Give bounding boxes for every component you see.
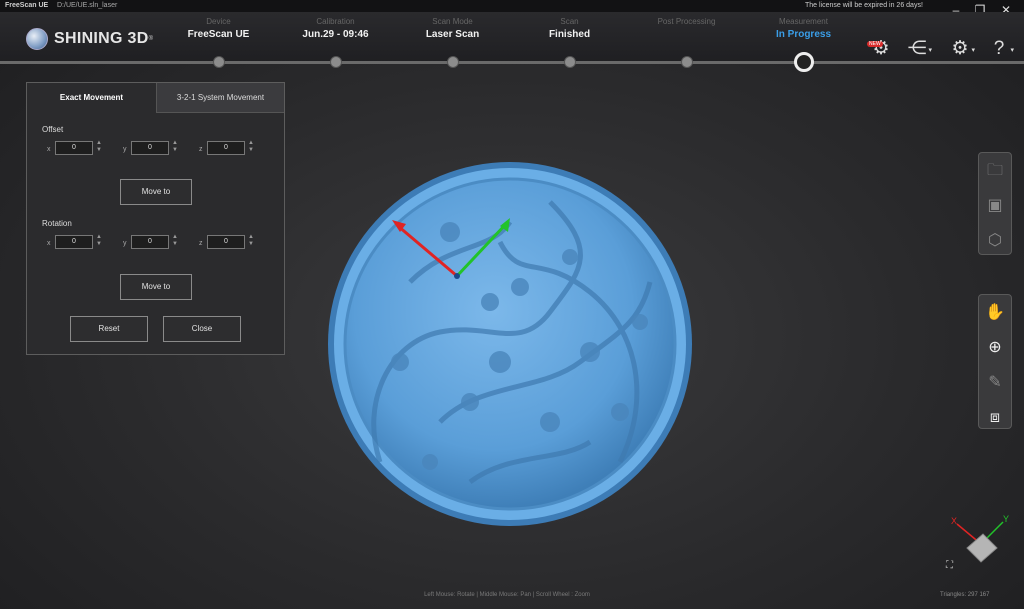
gizmo-x-label: X: [951, 516, 957, 526]
share-icon[interactable]: ⋲ ▾: [904, 36, 933, 62]
tab-321-system-movement[interactable]: 3-2-1 System Movement: [156, 83, 284, 113]
rotation-x-input[interactable]: 0: [55, 235, 93, 249]
orientation-gizmo[interactable]: X Y: [945, 512, 1017, 574]
globe-logo-icon: [26, 28, 48, 50]
step-scan[interactable]: Scan Finished: [511, 17, 628, 40]
target-align-icon[interactable]: ⊕: [979, 330, 1011, 365]
step-dot: [213, 56, 225, 68]
step-value: Laser Scan: [425, 29, 480, 40]
offset-x-field: x 0 ▲ ▼: [47, 140, 102, 155]
axis-label: z: [199, 146, 203, 153]
offset-z-input[interactable]: 0: [207, 141, 245, 155]
reset-button[interactable]: Reset: [70, 316, 148, 342]
rotation-x-field: x 0 ▲ ▼: [47, 234, 102, 249]
project-path: D:/UE/UE.sln_laser: [57, 2, 118, 9]
brand-trademark: ®: [148, 36, 153, 42]
step-dot: [447, 56, 459, 68]
axis-label: x: [47, 146, 51, 153]
offset-z-field: z 0 ▲ ▼: [199, 140, 254, 155]
exact-movement-panel: Exact Movement 3-2-1 System Movement Off…: [26, 82, 285, 355]
file-toolbar: 🗀 ▣ ⬡: [978, 152, 1012, 255]
save-icon[interactable]: ▣: [979, 188, 1011, 223]
offset-x-input[interactable]: 0: [55, 141, 93, 155]
step-scan-mode[interactable]: Scan Mode Laser Scan: [394, 17, 511, 40]
scanned-coin-model[interactable]: [320, 162, 700, 532]
cube-view-icon[interactable]: ⧈: [979, 400, 1011, 435]
coin-face: [343, 177, 677, 511]
axis-label: z: [199, 240, 203, 247]
spinner-icon[interactable]: ▲ ▼: [171, 234, 179, 250]
axis-label: y: [123, 240, 127, 247]
rotation-z-input[interactable]: 0: [207, 235, 245, 249]
step-calibration[interactable]: Calibration Jun.29 - 09:46: [277, 17, 394, 40]
step-measurement[interactable]: Measurement In Progress: [745, 17, 862, 40]
axis-origin: [454, 273, 460, 279]
fit-view-icon[interactable]: ⛶: [946, 560, 953, 571]
app-name: FreeScan UE: [5, 2, 49, 9]
offset-y-input[interactable]: 0: [131, 141, 169, 155]
settings-icon[interactable]: ⚙ ▾: [947, 36, 975, 62]
offset-move-to-button[interactable]: Move to: [120, 179, 192, 205]
spinner-icon[interactable]: ▲ ▼: [247, 234, 255, 250]
spinner-icon[interactable]: ▲ ▼: [95, 234, 103, 250]
rotation-z-field: z 0 ▲ ▼: [199, 234, 254, 249]
header: SHINING 3D ® Device FreeScan UE Calibrat…: [0, 12, 1024, 62]
spinner-icon[interactable]: ▲ ▼: [95, 140, 103, 156]
mouse-hint: Left Mouse: Rotate | Middle Mouse: Pan |…: [424, 592, 590, 598]
triangle-count: Triangles: 297 167: [940, 592, 990, 598]
gizmo-cube: [966, 533, 998, 563]
export-model-icon[interactable]: ⬡: [979, 223, 1011, 258]
panel-tabs: Exact Movement 3-2-1 System Movement: [27, 83, 284, 113]
step-label: Post Processing: [657, 17, 716, 26]
step-dot: [564, 56, 576, 68]
step-label: Scan Mode: [432, 17, 473, 26]
step-label: Scan: [560, 17, 579, 26]
axis-label: x: [47, 240, 51, 247]
step-label: Device: [206, 17, 231, 26]
step-label: Calibration: [316, 17, 355, 26]
workflow-steps: Device FreeScan UE Calibration Jun.29 - …: [160, 17, 860, 57]
rotation-y-input[interactable]: 0: [131, 235, 169, 249]
step-value: FreeScan UE: [187, 29, 250, 40]
gizmo-y-label: Y: [1003, 514, 1009, 524]
folder-icon[interactable]: 🗀: [979, 153, 1011, 188]
license-notice: The license will be expired in 26 days!: [805, 2, 923, 9]
title-bar: FreeScan UE D:/UE/UE.sln_laser The licen…: [0, 0, 1024, 12]
offset-y-field: y 0 ▲ ▼: [123, 140, 178, 155]
step-value: In Progress: [775, 29, 832, 40]
spinner-icon[interactable]: ▲ ▼: [171, 140, 179, 156]
step-value: Finished: [548, 29, 591, 40]
close-button[interactable]: Close: [163, 316, 241, 342]
rotation-y-field: y 0 ▲ ▼: [123, 234, 178, 249]
view-toolbar: ✋ ⊕ ✎ ⧈: [978, 294, 1012, 429]
offset-label: Offset: [42, 125, 64, 134]
new-badge: NEW: [867, 41, 883, 47]
step-value: Jun.29 - 09:46: [302, 29, 369, 40]
step-post-processing[interactable]: Post Processing: [628, 17, 745, 29]
logo: SHINING 3D ®: [26, 28, 153, 50]
step-dot: [681, 56, 693, 68]
step-label: Measurement: [779, 17, 828, 26]
help-icon[interactable]: ? ▾: [986, 36, 1014, 62]
brand-name: SHINING 3D: [54, 30, 149, 47]
tab-exact-movement[interactable]: Exact Movement: [27, 83, 156, 113]
step-device[interactable]: Device FreeScan UE: [160, 17, 277, 40]
progress-line: [0, 61, 1024, 64]
brush-select-icon[interactable]: ✋: [979, 295, 1011, 330]
step-dot: [330, 56, 342, 68]
pen-icon[interactable]: ✎: [979, 365, 1011, 400]
axis-label: y: [123, 146, 127, 153]
rotation-move-to-button[interactable]: Move to: [120, 274, 192, 300]
rotation-label: Rotation: [42, 219, 72, 228]
spinner-icon[interactable]: ▲ ▼: [247, 140, 255, 156]
help-center-icon[interactable]: ⚙: [868, 36, 894, 62]
current-step-dot: [794, 52, 814, 72]
